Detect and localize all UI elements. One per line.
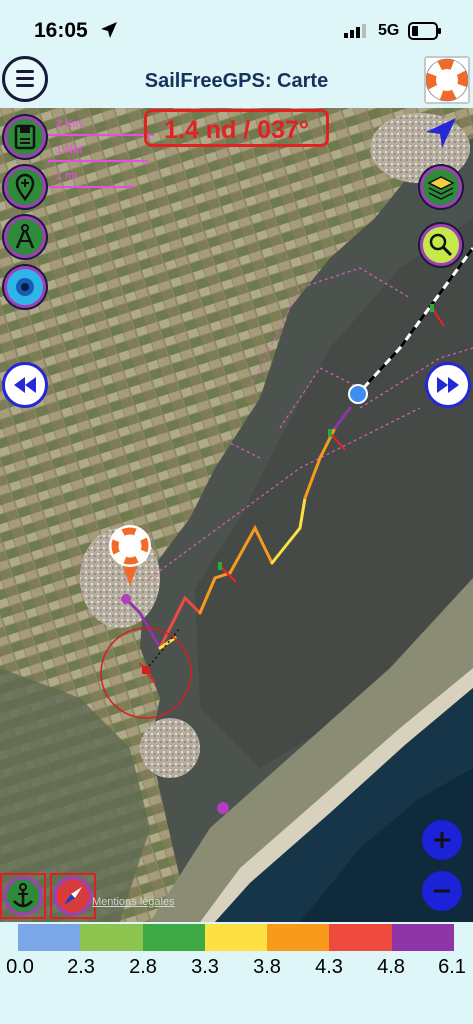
rewind-icon — [14, 377, 36, 393]
legend-label: 3.3 — [191, 956, 219, 978]
rewind-button[interactable] — [2, 362, 48, 408]
speed-heading-value: 1.4 nd / 037° — [164, 116, 309, 144]
anchor-icon — [3, 876, 43, 916]
battery-icon — [408, 22, 441, 40]
measure-button[interactable] — [4, 216, 46, 258]
legend-label: 6.1 — [438, 956, 466, 978]
compass-button[interactable] — [50, 873, 96, 919]
search-button[interactable] — [420, 224, 462, 266]
town-area — [140, 718, 200, 778]
app-header: SailFreeGPS: Carte — [0, 54, 473, 108]
save-icon — [14, 124, 36, 150]
legend-label: 4.3 — [315, 956, 343, 978]
compass-icon — [53, 876, 93, 916]
map-view[interactable]: 2 Km 1 NM 1 mi 1.4 nd / 037° Mentions lé… — [0, 108, 473, 922]
scale-mi-label: 1 mi — [56, 170, 77, 182]
compass-measure-icon — [15, 224, 35, 249]
legend-label: 4.8 — [377, 956, 405, 978]
scale-nm-label: 1 NM — [56, 144, 83, 156]
search-icon — [429, 233, 453, 257]
legend-swatch — [267, 924, 330, 951]
fast-forward-button[interactable] — [425, 362, 471, 408]
scale-km-label: 2 Km — [56, 118, 82, 130]
zoom-out-icon — [434, 889, 450, 893]
signal-strength-icon — [344, 24, 366, 38]
waypoint-marker — [217, 802, 229, 814]
status-time: 16:05 — [34, 19, 88, 42]
legend-label: 2.3 — [67, 956, 95, 978]
location-services-icon — [101, 22, 117, 38]
legend-label: 3.8 — [253, 956, 281, 978]
boat-position — [142, 666, 150, 674]
satellite-map — [0, 108, 473, 922]
scale-km-bar — [48, 134, 154, 136]
speed-legend: 0.0 2.3 2.8 3.3 3.8 4.3 4.8 6.1 — [0, 922, 473, 1024]
eye-icon — [16, 278, 34, 296]
legend-swatch — [204, 924, 268, 951]
legend-swatch — [18, 924, 81, 951]
add-waypoint-button[interactable] — [4, 166, 46, 208]
navigation-arrow-icon[interactable] — [420, 114, 460, 154]
network-type: 5G — [378, 22, 400, 39]
legend-label: 0.0 — [6, 956, 34, 978]
legend-swatch — [329, 924, 392, 951]
app-root: 16:05 5G SailFreeGPS: Carte 2 Km 1 NM 1 … — [0, 0, 473, 1024]
legend-color-bar — [18, 924, 454, 951]
scale-nm-bar — [48, 160, 148, 162]
lifebuoy-button[interactable] — [424, 56, 470, 104]
legend-swatch — [391, 924, 454, 951]
status-bar: 16:05 5G — [0, 0, 473, 54]
add-location-icon — [15, 173, 35, 202]
waypoint-marker — [121, 594, 131, 604]
legal-notice-link[interactable]: Mentions légales — [92, 896, 175, 908]
scale-mi-bar — [48, 186, 134, 188]
legend-swatch — [142, 924, 205, 951]
zoom-out-button[interactable] — [422, 871, 462, 911]
layers-button[interactable] — [420, 166, 462, 208]
view-button[interactable] — [4, 266, 46, 308]
speed-heading-box: 1.4 nd / 037° — [144, 109, 329, 147]
layers-icon — [427, 176, 455, 200]
page-title: SailFreeGPS: Carte — [144, 70, 329, 92]
gps-dot — [348, 384, 368, 404]
anchor-button[interactable] — [0, 873, 46, 919]
legend-label: 2.8 — [129, 956, 157, 978]
lifebuoy-icon — [425, 58, 469, 102]
zoom-in-button[interactable] — [422, 820, 462, 860]
save-track-button[interactable] — [4, 116, 46, 158]
zoom-in-icon — [434, 832, 450, 848]
legend-swatch — [80, 924, 143, 951]
fast-forward-icon — [437, 377, 459, 393]
legend-labels: 0.0 2.3 2.8 3.3 3.8 4.3 4.8 6.1 — [0, 956, 473, 982]
